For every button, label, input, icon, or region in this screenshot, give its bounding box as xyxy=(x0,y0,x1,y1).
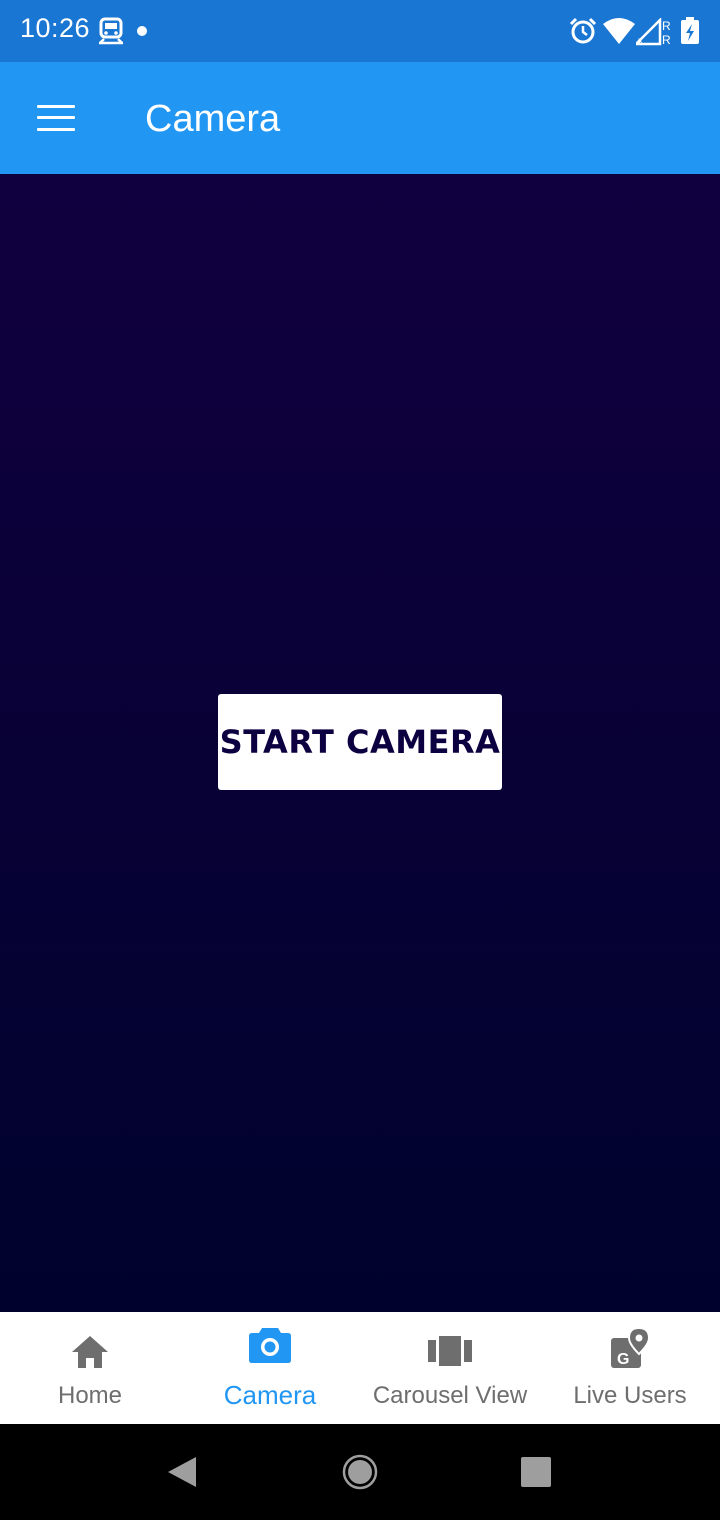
bottom-navigation: Home Camera Carousel View G Live Users xyxy=(0,1312,720,1424)
signal-icon: R R x xyxy=(636,18,671,46)
map-location-icon: G xyxy=(611,1326,651,1368)
nav-item-carousel-view[interactable]: Carousel View xyxy=(360,1312,540,1424)
svg-text:G: G xyxy=(617,1351,629,1368)
nav-item-camera[interactable]: Camera xyxy=(180,1312,360,1424)
status-bar: 10:26 R R x xyxy=(0,0,720,62)
page-title: Camera xyxy=(145,98,281,140)
nav-label-carousel-view: Carousel View xyxy=(372,1382,528,1409)
status-time: 10:26 xyxy=(20,13,91,43)
battery-charging-icon xyxy=(681,17,699,44)
wifi-icon xyxy=(603,18,635,44)
nav-item-home[interactable]: Home xyxy=(0,1312,180,1424)
alarm-icon xyxy=(569,17,597,44)
train-icon xyxy=(99,17,123,45)
svg-text:R: R xyxy=(662,19,671,33)
recents-icon[interactable] xyxy=(521,1457,551,1487)
carousel-icon xyxy=(428,1336,472,1366)
svg-text:R: R xyxy=(662,33,671,46)
back-icon[interactable] xyxy=(166,1455,198,1489)
nav-label-live-users: Live Users xyxy=(573,1382,687,1409)
hamburger-menu-icon[interactable] xyxy=(37,105,75,131)
svg-text:x: x xyxy=(638,36,643,46)
app-bar xyxy=(0,62,720,174)
start-camera-button[interactable]: START CAMERA xyxy=(218,694,502,790)
nav-label-camera: Camera xyxy=(223,1380,317,1410)
home-circle-icon[interactable] xyxy=(342,1454,378,1490)
nav-label-home: Home xyxy=(57,1382,123,1409)
notification-dot-icon xyxy=(137,26,147,36)
camera-icon xyxy=(249,1328,291,1363)
nav-item-live-users[interactable]: G Live Users xyxy=(540,1312,720,1424)
home-icon xyxy=(72,1336,108,1368)
